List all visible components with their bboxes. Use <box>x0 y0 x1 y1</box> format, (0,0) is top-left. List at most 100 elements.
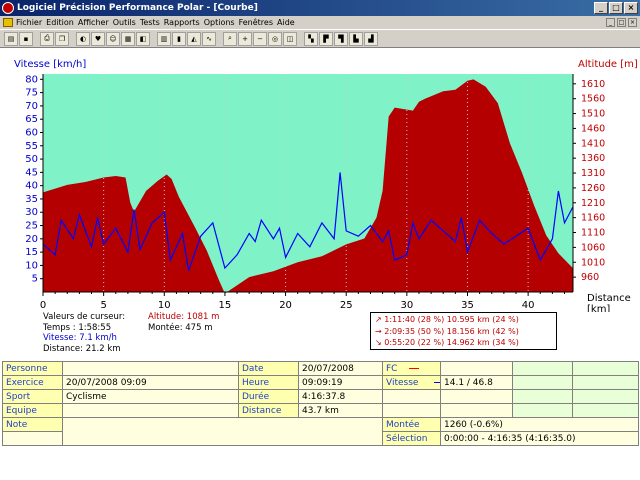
menu-afficher[interactable]: Afficher <box>78 18 113 27</box>
sport-label: Sport <box>2 389 63 404</box>
empty-cell <box>2 431 63 446</box>
exercice-label: Exercice <box>2 375 63 390</box>
menu-edition[interactable]: Edition <box>46 18 78 27</box>
empty-cell <box>440 389 513 404</box>
right-tick-label: 1310 <box>581 168 605 179</box>
left-tick-label: 55 <box>25 141 38 152</box>
right-tick-label: 1210 <box>581 198 605 209</box>
copy-icon[interactable]: ❐ <box>55 31 69 46</box>
fc-label-text: FC <box>386 363 398 374</box>
graph2-icon[interactable]: ▛ <box>319 31 333 46</box>
title-bar: Logiciel Précision Performance Polar - [… <box>0 0 640 16</box>
right-tick-label: 1510 <box>581 109 605 120</box>
left-tick-label: 45 <box>25 167 38 178</box>
note-value[interactable] <box>62 417 383 446</box>
cursor-altitude-values: Altitude: 1081 m Montée: 475 m <box>148 312 219 333</box>
menu-fenetres[interactable]: Fenêtres <box>239 18 277 27</box>
left-axis-label: Vitesse [km/h] <box>14 59 86 70</box>
x-tick-label: 5 <box>100 300 106 311</box>
app-icon <box>2 2 14 14</box>
cursor-climb: Montée: 475 m <box>148 322 213 333</box>
chart-line-icon[interactable]: ∿ <box>202 31 216 46</box>
left-tick-label: 20 <box>25 234 38 245</box>
fc-extra-1 <box>512 361 573 376</box>
child-close-button[interactable]: × <box>628 18 637 27</box>
sport-icon[interactable]: ◐ <box>76 31 90 46</box>
downhill-arrow-icon: ↘ <box>375 338 382 347</box>
open-icon[interactable]: ▤ <box>4 31 18 46</box>
zoom-icon[interactable]: ⌕ <box>223 31 237 46</box>
graph5-icon[interactable]: ▟ <box>364 31 378 46</box>
window-title: Logiciel Précision Performance Polar - [… <box>17 3 258 13</box>
minimize-button[interactable]: _ <box>594 2 608 14</box>
menu-rapports[interactable]: Rapports <box>164 18 204 27</box>
note-label: Note <box>2 417 63 432</box>
date-label: Date <box>238 361 299 376</box>
color-icon[interactable]: ◧ <box>136 31 150 46</box>
duree-value: 4:16:37.8 <box>298 389 383 404</box>
graph1-icon[interactable]: ▚ <box>304 31 318 46</box>
slope-stats-box: ↗ 1:11:40 (28 %) 10.595 km (24 %) → 2:09… <box>370 312 557 350</box>
left-tick-label: 70 <box>25 101 38 112</box>
stat-flat: → 2:09:35 (50 %) 18.156 km (42 %) <box>375 326 552 338</box>
right-axis-label: Altitude [m] <box>578 59 638 70</box>
heure-value: 09:09:19 <box>298 375 383 390</box>
left-tick-label: 75 <box>25 88 38 99</box>
left-tick-label: 40 <box>25 181 38 192</box>
zoom-reset-icon[interactable]: ◎ <box>268 31 282 46</box>
chart-svg[interactable]: 5101520253035404550556065707580960101010… <box>0 50 640 312</box>
zoom-out-icon[interactable]: − <box>253 31 267 46</box>
menu-outils[interactable]: Outils <box>113 18 140 27</box>
fc-extra-2 <box>572 361 639 376</box>
x-tick-label: 20 <box>279 300 292 311</box>
vitesse-label: Vitesse <box>382 375 441 390</box>
print-icon[interactable]: ⎙ <box>40 31 54 46</box>
lap-icon[interactable]: ◫ <box>283 31 297 46</box>
left-tick-label: 5 <box>32 274 38 285</box>
profile-icon[interactable]: ☺ <box>106 31 120 46</box>
distance-label: Distance <box>238 403 299 418</box>
x-axis-label: Distance <box>587 293 631 304</box>
graph4-icon[interactable]: ▙ <box>349 31 363 46</box>
right-tick-label: 1560 <box>581 94 605 105</box>
right-tick-label: 1610 <box>581 79 605 90</box>
left-tick-label: 30 <box>25 207 38 218</box>
fc-legend-line <box>409 367 420 369</box>
x-tick-label: 10 <box>158 300 171 311</box>
menu-options[interactable]: Options <box>204 18 239 27</box>
heart-icon[interactable]: ♥ <box>91 31 105 46</box>
x-tick-label: 35 <box>461 300 474 311</box>
vitesse-value: 14.1 / 46.8 <box>440 375 513 390</box>
vitesse-extra-2 <box>572 375 639 390</box>
chart-area-icon[interactable]: ◭ <box>187 31 201 46</box>
calendar-icon[interactable]: ▦ <box>121 31 135 46</box>
right-tick-label: 1410 <box>581 138 605 149</box>
zoom-in-icon[interactable]: + <box>238 31 252 46</box>
cursor-values: Valeurs de curseur: Temps : 1:58:55 Vite… <box>43 312 125 354</box>
cursor-speed: Vitesse: 7.1 km/h <box>43 333 117 343</box>
child-minimize-button[interactable]: _ <box>606 18 615 27</box>
maximize-button[interactable]: □ <box>609 2 623 14</box>
save-icon[interactable]: ▪ <box>19 31 33 46</box>
graph3-icon[interactable]: ▜ <box>334 31 348 46</box>
heure-label: Heure <box>238 375 299 390</box>
close-button[interactable]: × <box>624 2 638 14</box>
child-restore-button[interactable]: □ <box>617 18 626 27</box>
empty-cell <box>382 403 441 418</box>
menu-aide[interactable]: Aide <box>277 18 299 27</box>
empty-cell <box>440 403 513 418</box>
equipe-value <box>62 403 239 418</box>
flat-arrow-icon: → <box>375 326 382 336</box>
menu-tests[interactable]: Tests <box>140 18 164 27</box>
vitesse-label-text: Vitesse <box>386 377 419 388</box>
empty-cell <box>512 389 573 404</box>
document-icon[interactable] <box>3 18 13 27</box>
x-tick-label: 15 <box>219 300 232 311</box>
book-icon[interactable]: ▥ <box>157 31 171 46</box>
chart-bar-icon[interactable]: ▮ <box>172 31 186 46</box>
sport-value: Cyclisme <box>62 389 239 404</box>
duree-label: Durée <box>238 389 299 404</box>
right-tick-label: 1260 <box>581 183 605 194</box>
menu-fichier[interactable]: Fichier <box>16 18 46 27</box>
x-tick-label: 25 <box>340 300 353 311</box>
